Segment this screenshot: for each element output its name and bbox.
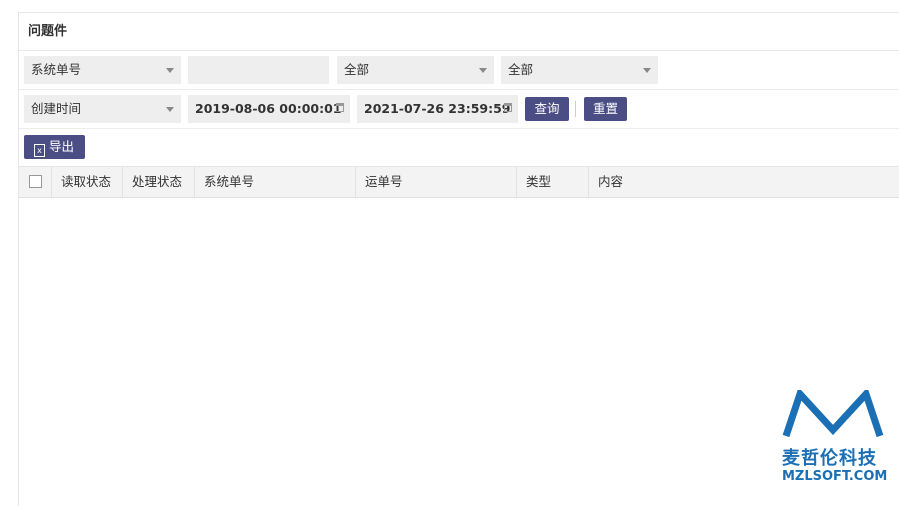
- chevron-down-icon: [643, 68, 651, 73]
- status-select-value: 全部: [344, 62, 370, 77]
- calendar-icon[interactable]: [504, 103, 512, 112]
- watermark-en: MZLSOFT.COM: [782, 469, 888, 484]
- column-header-read-status[interactable]: 读取状态: [52, 167, 123, 197]
- type-select-value: 全部: [508, 62, 534, 77]
- column-header-content[interactable]: 内容: [589, 167, 899, 197]
- export-button[interactable]: x 导出: [24, 135, 85, 159]
- keyword-input[interactable]: [188, 56, 329, 84]
- type-select[interactable]: 全部: [501, 56, 658, 84]
- column-header-process-status[interactable]: 处理状态: [123, 167, 195, 197]
- select-all-cell: [19, 167, 52, 197]
- table-header: 读取状态 处理状态 系统单号 运单号 类型 内容: [19, 166, 899, 198]
- chevron-down-icon: [479, 68, 487, 73]
- end-date-input[interactable]: 2021-07-26 23:59:59: [357, 95, 518, 123]
- search-field-value: 系统单号: [31, 62, 82, 77]
- export-label: 导出: [49, 139, 75, 154]
- time-field-value: 创建时间: [31, 101, 82, 116]
- column-header-system-number[interactable]: 系统单号: [195, 167, 356, 197]
- status-select[interactable]: 全部: [337, 56, 494, 84]
- select-all-checkbox[interactable]: [29, 175, 42, 188]
- column-header-type[interactable]: 类型: [517, 167, 589, 197]
- filter-row-2: 创建时间 2019-08-06 00:00:01 2021-07-26 23:5…: [19, 90, 899, 129]
- excel-icon: x: [34, 144, 45, 157]
- time-field-select[interactable]: 创建时间: [24, 95, 181, 123]
- button-divider: [575, 101, 576, 117]
- column-header-waybill-number[interactable]: 运单号: [356, 167, 517, 197]
- reset-button[interactable]: 重置: [584, 97, 627, 121]
- panel-title: 问题件: [19, 13, 899, 51]
- chevron-down-icon: [166, 107, 174, 112]
- problem-shipments-panel: 问题件 系统单号 全部 全部 创建时间 2019-08-06 00:00:01 …: [18, 12, 899, 506]
- start-date-input[interactable]: 2019-08-06 00:00:01: [188, 95, 350, 123]
- search-field-select[interactable]: 系统单号: [24, 56, 181, 84]
- chevron-down-icon: [166, 68, 174, 73]
- watermark-cn: 麦哲伦科技: [782, 448, 877, 469]
- calendar-icon[interactable]: [336, 103, 344, 112]
- query-button[interactable]: 查询: [525, 97, 569, 121]
- filter-row-1: 系统单号 全部 全部: [19, 51, 899, 90]
